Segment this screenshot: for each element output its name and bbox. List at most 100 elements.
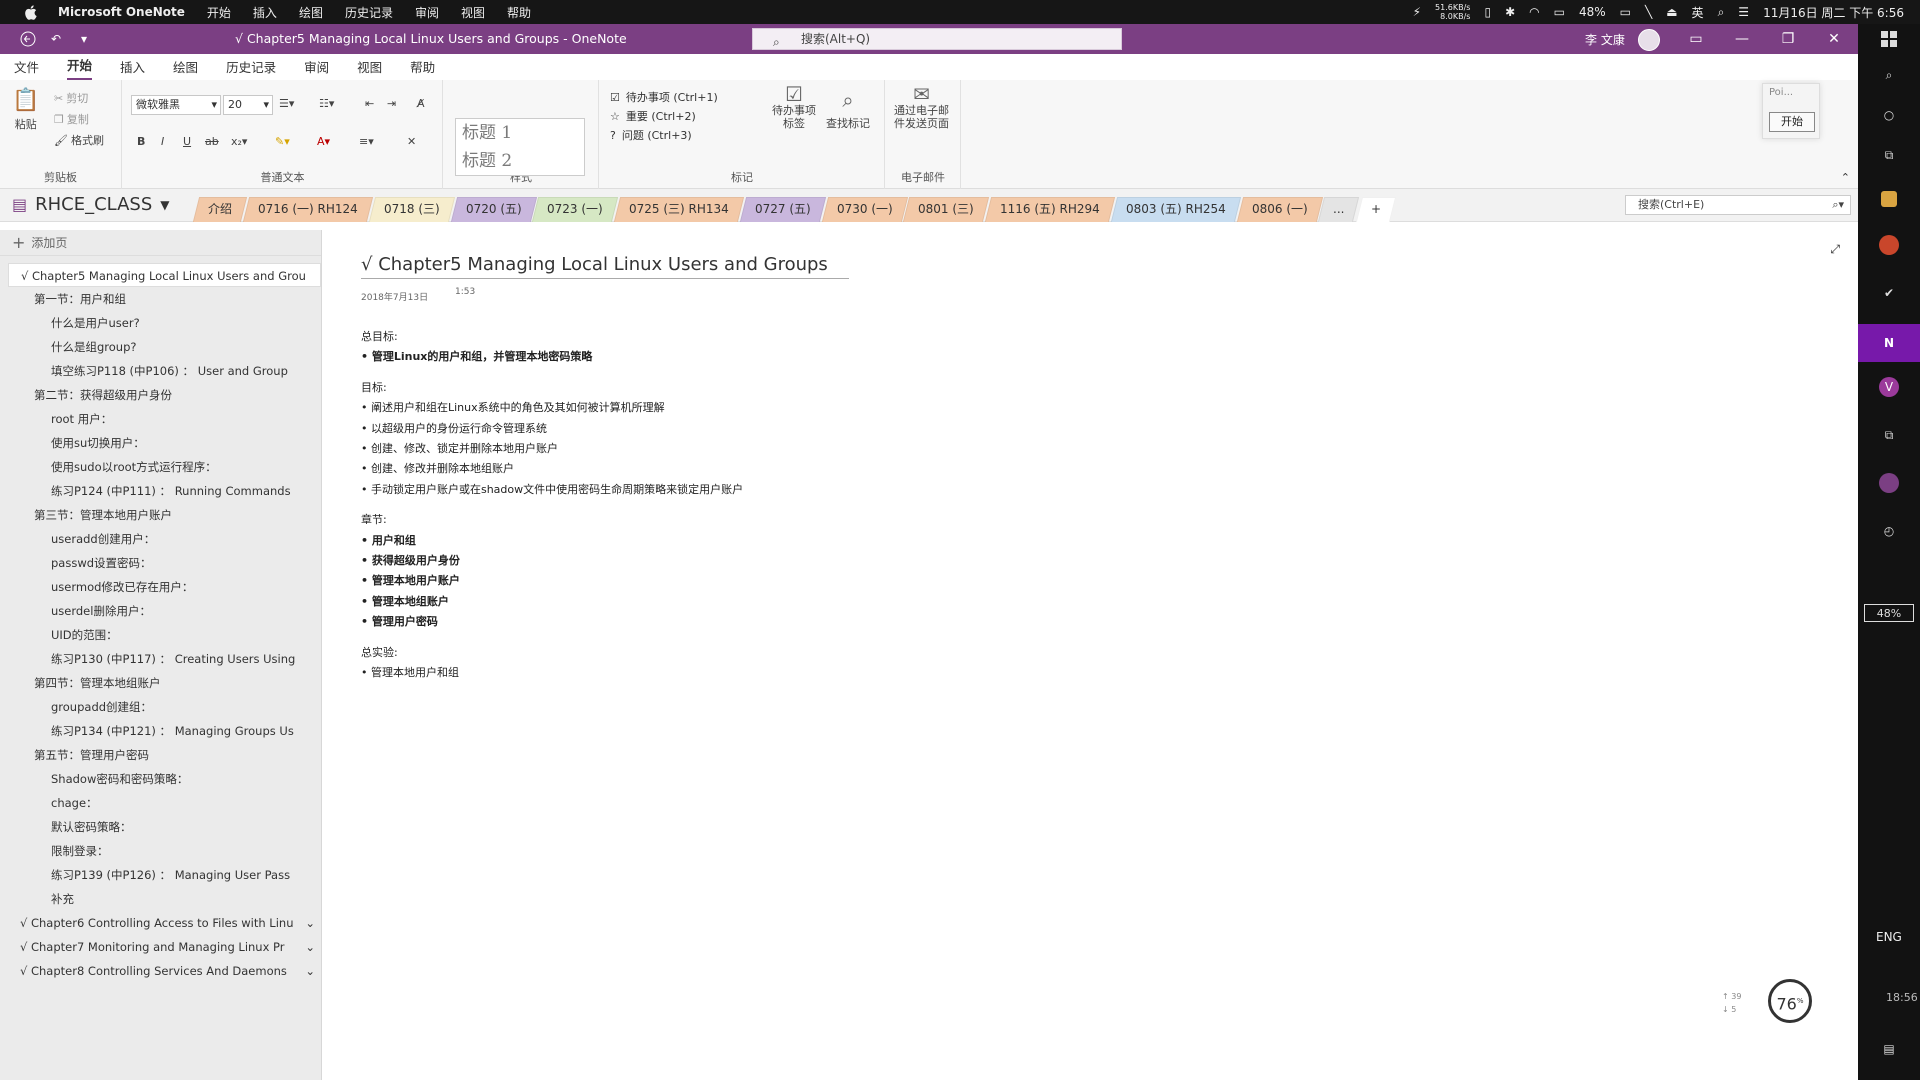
note-line[interactable]: • 管理用户密码 <box>361 612 743 632</box>
page-list-item[interactable]: 练习P134 (中P121) ： Managing Groups Us <box>0 719 321 743</box>
minimize-icon[interactable]: — <box>1720 24 1764 54</box>
battery-indicator[interactable]: 48% <box>1864 604 1914 622</box>
tags-gallery[interactable]: ☑ 待办事项 (Ctrl+1) ☆ 重要 (Ctrl+2) ? 问题 (Ctrl+3) <box>610 88 760 145</box>
note-line[interactable]: • 阐述用户和组在Linux系统中的角色及其如何被计算机所理解 <box>361 398 743 418</box>
page-list-item[interactable]: 练习P130 (中P117) ： Creating Users Using <box>0 647 321 671</box>
undo-icon[interactable]: ↶ <box>42 24 70 54</box>
subscript-icon[interactable]: x₂▾ <box>231 135 247 148</box>
tab-file[interactable]: 文件 <box>14 57 39 80</box>
note-line[interactable]: 章节: <box>361 510 743 530</box>
tab-view[interactable]: 视图 <box>357 57 382 80</box>
windows-logo-icon[interactable] <box>1874 24 1904 54</box>
mac-menu-view[interactable]: 视图 <box>461 4 485 21</box>
underline-icon[interactable]: U <box>183 135 191 148</box>
tag-question[interactable]: ? 问题 (Ctrl+3) <box>610 126 760 145</box>
mac-menu-draw[interactable]: 绘图 <box>299 4 323 21</box>
page-list-item[interactable]: 第五节：管理用户密码 <box>0 743 321 767</box>
chevron-down-icon[interactable]: ⌄ <box>305 911 315 935</box>
tag-todo[interactable]: ☑ 待办事项 (Ctrl+1) <box>610 88 760 107</box>
chevron-down-icon[interactable]: ⌄ <box>305 935 315 959</box>
page-list-item[interactable]: UID的范围： <box>0 623 321 647</box>
tag-important[interactable]: ☆ 重要 (Ctrl+2) <box>610 107 760 126</box>
delete-icon[interactable]: ✕ <box>407 135 416 148</box>
clear-format-icon[interactable]: A̸ <box>417 97 425 110</box>
bullet-list-icon[interactable]: ☰▾ <box>279 97 294 110</box>
language-indicator[interactable]: ENG <box>1876 930 1902 944</box>
section-tab[interactable]: 0720 (五) <box>450 197 537 222</box>
quick-access-menu-icon[interactable]: ▾ <box>70 24 98 54</box>
format-painter-button[interactable]: 🖌 格式刷 <box>54 132 104 148</box>
style-heading-2[interactable]: 标题 2 <box>456 147 584 175</box>
page-list-item[interactable]: 什么是组group? <box>0 335 321 359</box>
tab-insert[interactable]: 插入 <box>120 57 145 80</box>
section-tab[interactable]: 1116 (五) RH294 <box>984 197 1115 222</box>
control-center-icon[interactable]: ☰ <box>1738 5 1749 19</box>
eject-icon[interactable]: ⏏ <box>1666 5 1677 19</box>
page-list-item[interactable]: useradd创建用户： <box>0 527 321 551</box>
battery-icon[interactable]: ▭ <box>1620 5 1631 19</box>
page-list-item[interactable]: passwd设置密码： <box>0 551 321 575</box>
note-line[interactable]: • 管理本地用户账户 <box>361 571 743 591</box>
collapse-ribbon-icon[interactable]: ⌃ <box>1841 171 1850 184</box>
page-list-item[interactable]: 第一节：用户和组 <box>0 287 321 311</box>
mac-menu-start[interactable]: 开始 <box>207 4 231 21</box>
find-tags-button[interactable]: ⌕ 查找标记 <box>826 88 870 131</box>
italic-icon[interactable]: I <box>161 135 164 148</box>
tab-history[interactable]: 历史记录 <box>226 57 276 80</box>
page-list-item[interactable]: 练习P139 (中P126) ： Managing User Pass <box>0 863 321 887</box>
page-list-item[interactable]: 第二节：获得超级用户身份 <box>0 383 321 407</box>
task-view-icon[interactable]: ⧉ <box>1874 140 1904 170</box>
page-list-item[interactable]: chage： <box>0 791 321 815</box>
note-line[interactable]: 目标: <box>361 378 743 398</box>
tab-help[interactable]: 帮助 <box>410 57 435 80</box>
section-tab[interactable]: 0803 (五) RH254 <box>1110 197 1241 222</box>
highlight-icon[interactable]: ✎▾ <box>275 135 290 148</box>
apple-icon[interactable] <box>20 2 40 22</box>
user-name[interactable]: 李 文康 <box>1585 31 1625 48</box>
page-list-item[interactable]: 练习P124 (中P111) ： Running Commands <box>0 479 321 503</box>
page-list-item[interactable]: √ Chapter5 Managing Local Linux Users an… <box>8 263 321 287</box>
wifi-icon[interactable]: ◠ <box>1529 5 1539 19</box>
align-icon[interactable]: ≡▾ <box>359 135 374 148</box>
note-line[interactable]: 总实验: <box>361 643 743 663</box>
onenote-app-icon[interactable]: N <box>1858 324 1920 362</box>
app-swirl-icon[interactable] <box>1874 468 1904 498</box>
search-box[interactable]: ⌕ 搜索(Alt+Q) <box>752 28 1122 50</box>
page-title[interactable]: √ Chapter5 Managing Local Linux Users an… <box>361 254 849 279</box>
memory-gauge[interactable]: 76% <box>1768 979 1812 1023</box>
paste-button[interactable]: 📋 粘贴 <box>12 88 39 132</box>
page-list-item[interactable]: 什么是用户user? <box>0 311 321 335</box>
font-size-select[interactable]: 20 ▾ <box>223 95 273 115</box>
section-tab[interactable]: 0716 (一) RH124 <box>242 197 373 222</box>
page-list-item[interactable]: groupadd创建组： <box>0 695 321 719</box>
blank-line[interactable] <box>361 633 743 643</box>
app-circle-icon[interactable]: ◴ <box>1874 516 1904 546</box>
mac-menu-history[interactable]: 历史记录 <box>345 4 393 21</box>
strikethrough-icon[interactable]: ab <box>205 135 219 148</box>
page-list-item[interactable]: 默认密码策略： <box>0 815 321 839</box>
note-line[interactable]: • 用户和组 <box>361 531 743 551</box>
section-tab[interactable]: 0806 (一) <box>1236 197 1323 222</box>
phone-icon[interactable]: ▯ <box>1484 5 1491 19</box>
avatar[interactable] <box>1638 29 1660 51</box>
ribbon-display-icon[interactable]: ▭ <box>1674 24 1718 54</box>
note-line[interactable]: • 管理本地用户和组 <box>361 663 743 683</box>
blank-line[interactable] <box>361 368 743 378</box>
clock-datetime[interactable]: 11月16日 周二 下午 6:56 <box>1763 4 1904 21</box>
cortana-icon[interactable]: ○ <box>1874 100 1904 130</box>
notebook-selector[interactable]: ▤ RHCE_CLASS ▼ <box>12 194 170 215</box>
add-page-button[interactable]: + 添加页 <box>0 230 321 256</box>
page-list-item[interactable]: 第三节：管理本地用户账户 <box>0 503 321 527</box>
page-canvas[interactable]: √ Chapter5 Managing Local Linux Users an… <box>323 230 1858 1080</box>
close-icon[interactable]: ✕ <box>1812 24 1856 54</box>
tab-home[interactable]: 开始 <box>67 55 93 80</box>
page-list-item[interactable]: 使用su切换用户： <box>0 431 321 455</box>
note-line[interactable]: • 管理本地组账户 <box>361 592 743 612</box>
page-list-item[interactable]: usermod修改已存在用户： <box>0 575 321 599</box>
search-icon[interactable]: ⌕ <box>1874 60 1904 90</box>
note-line[interactable]: 总目标: <box>361 327 743 347</box>
page-list-item[interactable]: 使用sudo以root方式运行程序： <box>0 455 321 479</box>
styles-gallery[interactable]: 标题 1 标题 2 <box>455 118 585 176</box>
search-icon[interactable]: ⌕ <box>1718 5 1725 20</box>
section-tab[interactable]: 0725 (三) RH134 <box>613 197 744 222</box>
